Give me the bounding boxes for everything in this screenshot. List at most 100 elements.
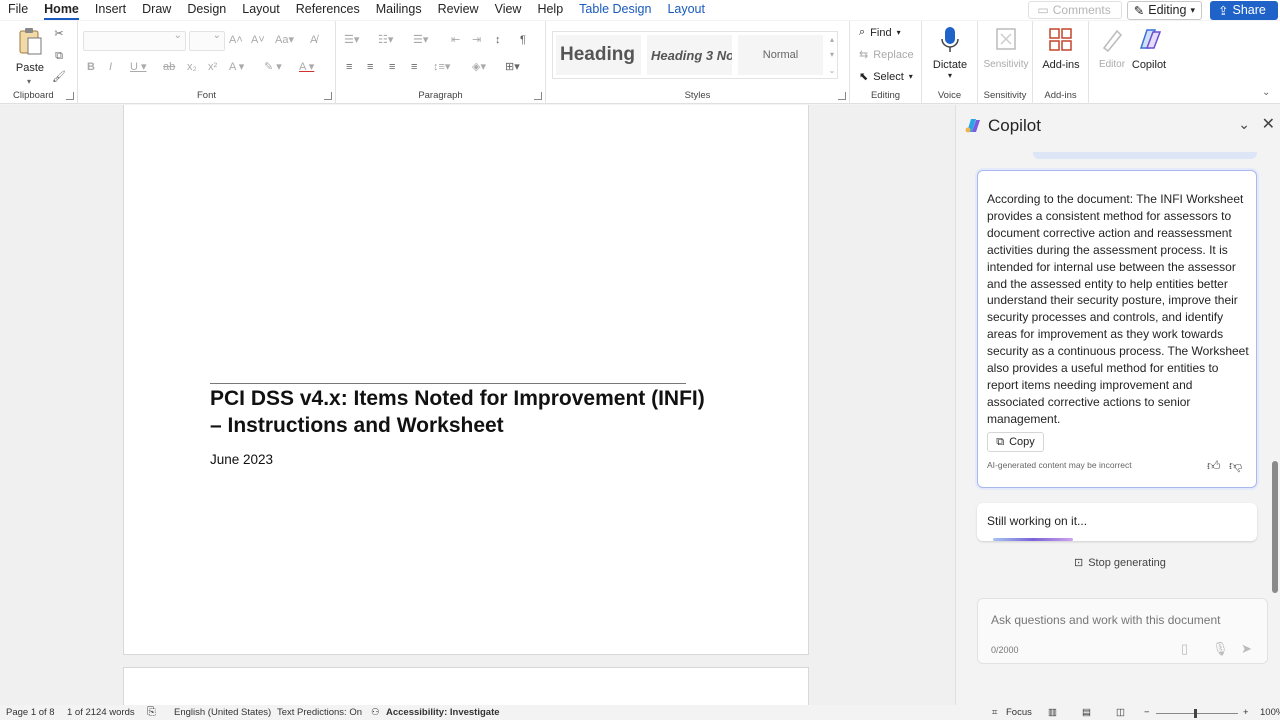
- align-center-icon[interactable]: ≡: [367, 59, 373, 75]
- select-button[interactable]: ⬉ Select ▾: [859, 70, 913, 84]
- change-case-icon[interactable]: Aa▾: [275, 32, 294, 48]
- align-left-icon[interactable]: ≡: [346, 59, 352, 75]
- sensitivity-button[interactable]: Sensitivity: [981, 26, 1031, 70]
- copilot-input[interactable]: Ask questions and work with this documen…: [977, 598, 1268, 664]
- text-effects-icon[interactable]: A ▾: [229, 59, 244, 75]
- strikethrough-icon[interactable]: ab: [163, 59, 175, 75]
- thumbs-up-icon[interactable]: 👍︎: [1207, 458, 1221, 474]
- subscript-icon[interactable]: x₂: [187, 59, 197, 75]
- font-color-icon[interactable]: A ▾: [299, 59, 314, 75]
- italic-icon[interactable]: I: [109, 59, 112, 75]
- stop-generating-button[interactable]: ⊡ Stop generating: [1074, 556, 1166, 570]
- editing-mode-button[interactable]: ✎ Editing ▾: [1126, 0, 1202, 20]
- chevron-down-icon[interactable]: ⌄: [1238, 116, 1250, 133]
- style-heading-3[interactable]: Heading 3 No: [647, 35, 732, 75]
- tab-mailings[interactable]: Mailings: [368, 0, 430, 20]
- paste-button[interactable]: Paste: [12, 27, 48, 74]
- document-page-2[interactable]: [123, 667, 809, 705]
- thumbs-down-icon[interactable]: 👎︎: [1229, 458, 1242, 474]
- clipboard-launcher-icon[interactable]: [66, 92, 74, 100]
- bold-icon[interactable]: B: [87, 59, 95, 75]
- document-page-1[interactable]: PCI DSS v4.x: Items Noted for Improvemen…: [123, 105, 809, 655]
- document-date[interactable]: June 2023: [210, 452, 273, 467]
- print-layout-icon[interactable]: ▤: [1082, 707, 1091, 718]
- superscript-icon[interactable]: x²: [208, 59, 217, 75]
- grow-font-icon[interactable]: A˄: [229, 32, 243, 48]
- style-heading-1[interactable]: Heading 1: [556, 35, 641, 75]
- styles-launcher-icon[interactable]: [838, 92, 846, 100]
- zoom-out-icon[interactable]: −: [1144, 707, 1150, 718]
- copy-icon[interactable]: ⧉: [52, 48, 66, 64]
- tab-table-layout[interactable]: Layout: [659, 0, 713, 20]
- text-predictions-status[interactable]: Text Predictions: On: [277, 707, 362, 718]
- tab-review[interactable]: Review: [430, 0, 487, 20]
- editor-button[interactable]: Editor: [1094, 26, 1130, 70]
- borders-icon[interactable]: ⊞▾: [505, 59, 520, 75]
- tab-insert[interactable]: Insert: [87, 0, 134, 20]
- tab-design[interactable]: Design: [179, 0, 234, 20]
- tab-file[interactable]: File: [0, 0, 36, 20]
- find-button[interactable]: ⌕ Find ▾: [859, 26, 901, 39]
- focus-mode[interactable]: Focus: [1006, 707, 1032, 718]
- font-size-combo[interactable]: [189, 30, 225, 51]
- page-count[interactable]: Page 1 of 8: [6, 707, 55, 718]
- dictate-button[interactable]: Dictate ▾: [928, 26, 972, 80]
- zoom-slider-thumb[interactable]: [1194, 709, 1197, 718]
- increase-indent-icon[interactable]: ⇥: [472, 32, 481, 48]
- sort-icon[interactable]: ↕: [495, 32, 501, 48]
- styles-scroll-up-icon[interactable]: ▴: [826, 32, 838, 47]
- show-marks-icon[interactable]: ¶: [520, 32, 526, 48]
- send-icon[interactable]: ➤: [1241, 641, 1252, 657]
- align-right-icon[interactable]: ≡: [389, 59, 395, 75]
- tab-table-design[interactable]: Table Design: [571, 0, 659, 20]
- shading-icon[interactable]: ◈▾: [472, 59, 486, 75]
- read-mode-icon[interactable]: ▥: [1048, 707, 1057, 718]
- shrink-font-icon[interactable]: A˅: [251, 32, 265, 48]
- line-spacing-icon[interactable]: ↕≡▾: [433, 59, 450, 75]
- cut-icon[interactable]: ✂: [52, 26, 66, 42]
- tab-view[interactable]: View: [487, 0, 530, 20]
- tab-layout[interactable]: Layout: [234, 0, 288, 20]
- justify-icon[interactable]: ≡: [411, 59, 417, 75]
- copilot-scrollbar[interactable]: [1272, 461, 1278, 593]
- style-normal[interactable]: Normal: [738, 35, 823, 75]
- replace-button[interactable]: ⇆ Replace: [859, 48, 914, 62]
- addins-button[interactable]: Add-ins: [1037, 26, 1085, 71]
- comments-button[interactable]: ▭ Comments: [1028, 1, 1122, 19]
- clear-formatting-icon[interactable]: A̸: [310, 32, 317, 48]
- document-title[interactable]: PCI DSS v4.x: Items Noted for Improvemen…: [210, 385, 710, 439]
- tab-references[interactable]: References: [288, 0, 368, 20]
- document-canvas[interactable]: PCI DSS v4.x: Items Noted for Improvemen…: [0, 105, 955, 705]
- format-painter-icon[interactable]: 🖌: [52, 69, 66, 85]
- web-layout-icon[interactable]: ◫: [1116, 707, 1125, 718]
- language-status[interactable]: English (United States): [174, 707, 271, 718]
- styles-more-icon[interactable]: ⌄: [826, 63, 838, 78]
- paste-dropdown-icon[interactable]: ▾: [27, 74, 31, 90]
- tab-draw[interactable]: Draw: [134, 0, 179, 20]
- paragraph-launcher-icon[interactable]: [534, 92, 542, 100]
- ribbon-collapse-icon[interactable]: ⌄: [1262, 85, 1270, 101]
- underline-icon[interactable]: U ▾: [130, 59, 147, 75]
- bullets-icon[interactable]: ☰▾: [344, 32, 359, 48]
- copy-button[interactable]: ⧉ Copy: [987, 432, 1044, 452]
- prompt-guide-icon[interactable]: ▯: [1181, 641, 1188, 657]
- zoom-in-icon[interactable]: +: [1243, 707, 1249, 718]
- word-count[interactable]: 1 of 2124 words: [67, 707, 135, 718]
- multilevel-list-icon[interactable]: ☰▾: [413, 32, 428, 48]
- styles-scroll-down-icon[interactable]: ▾: [826, 47, 838, 62]
- proofing-icon[interactable]: ⎘: [147, 706, 156, 719]
- accessibility-status[interactable]: Accessibility: Investigate: [386, 707, 500, 718]
- close-icon[interactable]: ✕: [1262, 114, 1275, 134]
- microphone-icon[interactable]: 🎙︎: [1212, 641, 1229, 657]
- zoom-level[interactable]: 100%: [1260, 707, 1280, 718]
- share-button[interactable]: ⇪ Share: [1210, 0, 1278, 20]
- copilot-ribbon-button[interactable]: Copilot: [1129, 26, 1169, 71]
- font-launcher-icon[interactable]: [324, 92, 332, 100]
- numbering-icon[interactable]: ☷▾: [378, 32, 393, 48]
- font-family-combo[interactable]: [83, 30, 186, 51]
- decrease-indent-icon[interactable]: ⇤: [451, 32, 460, 48]
- tab-help[interactable]: Help: [529, 0, 571, 20]
- highlight-icon[interactable]: ✎ ▾: [264, 59, 282, 75]
- zoom-slider-track[interactable]: [1156, 713, 1238, 714]
- tab-home[interactable]: Home: [36, 0, 87, 20]
